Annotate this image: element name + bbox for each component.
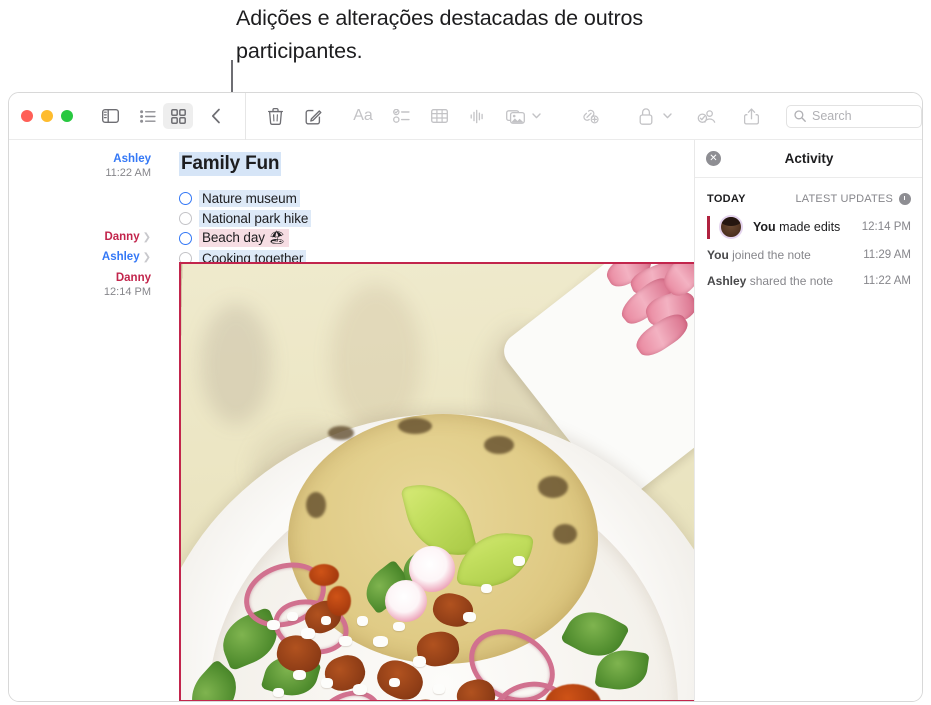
- activity-entry-text: Ashley shared the note: [707, 274, 833, 288]
- screenshot-root: Adições e alterações destacadas de outro…: [0, 0, 931, 705]
- activity-entry-actor: You: [707, 248, 729, 262]
- gallery-view-icon[interactable]: [163, 103, 193, 129]
- share-icon[interactable]: [736, 103, 766, 129]
- activity-title: Activity: [695, 151, 923, 166]
- trash-icon[interactable]: [260, 103, 290, 129]
- pickled-onion-garnish: [584, 264, 694, 384]
- salsa-drizzle: [327, 586, 351, 616]
- list-view-icon[interactable]: [133, 103, 163, 129]
- clock-icon[interactable]: [899, 193, 911, 205]
- gutter-author: Ashley: [102, 251, 140, 263]
- annotation-text: Adições e alterações destacadas de outro…: [236, 2, 756, 68]
- gutter-author: Danny: [116, 272, 151, 284]
- window-body: Ashley 11:22 AM Danny❯ Ashley❯ Danny 12:…: [9, 140, 922, 702]
- activity-entry-actor: Ashley: [707, 274, 746, 288]
- activity-entry-action: joined the note: [729, 248, 811, 262]
- gutter-time: 11:22 AM: [105, 166, 151, 180]
- activity-entry-time: 11:22 AM: [863, 275, 911, 287]
- lock-chevron-down-icon[interactable]: [663, 113, 672, 119]
- gutter-item[interactable]: Ashley❯: [102, 250, 151, 265]
- activity-entry[interactable]: You joined the note 11:29 AM: [695, 245, 923, 265]
- checklist-label: Beach day 🏖: [199, 229, 289, 247]
- checklist-label: National park hike: [199, 210, 311, 227]
- activity-sort-label[interactable]: LATEST UPDATES: [795, 193, 893, 205]
- note-title[interactable]: Family Fun: [179, 152, 281, 176]
- gutter-item[interactable]: Danny ❯: [104, 230, 151, 245]
- activity-header: ✕ Activity: [695, 140, 923, 178]
- activity-entry-actor: You: [753, 220, 776, 234]
- activity-unread-bar: [707, 216, 710, 239]
- toolbar-separator: [245, 93, 246, 140]
- checkbox-circle-icon[interactable]: [179, 192, 192, 205]
- back-chevron-icon[interactable]: [201, 103, 231, 129]
- gutter-time: 12:14 PM: [104, 285, 151, 299]
- radish-slice: [385, 580, 427, 622]
- activity-entry-action: shared the note: [746, 274, 833, 288]
- activity-subheader: TODAY LATEST UPDATES: [695, 182, 923, 205]
- activity-entry-time: 12:14 PM: [862, 221, 911, 233]
- checklist-row[interactable]: National park hike: [179, 208, 694, 228]
- activity-entry[interactable]: Ashley shared the note 11:22 AM: [695, 271, 923, 291]
- search-icon: [794, 110, 806, 122]
- minimize-window-button[interactable]: [41, 110, 53, 122]
- salsa-drizzle: [309, 564, 339, 586]
- search-input[interactable]: Search: [786, 105, 922, 128]
- gutter-item[interactable]: Danny 12:14 PM: [104, 271, 151, 299]
- close-window-button[interactable]: [21, 110, 33, 122]
- media-icon[interactable]: [500, 103, 530, 129]
- activity-entry-action: made edits: [776, 220, 841, 234]
- gutter-author: Ashley: [113, 153, 151, 165]
- checklist-row[interactable]: Beach day 🏖: [179, 228, 694, 248]
- audio-waveform-icon[interactable]: [462, 103, 492, 129]
- activity-entry-text: You joined the note: [707, 248, 811, 262]
- media-chevron-down-icon[interactable]: [532, 113, 541, 119]
- table-icon[interactable]: [424, 103, 454, 129]
- checklist-icon[interactable]: [386, 103, 416, 129]
- checkbox-circle-icon[interactable]: [179, 232, 192, 245]
- notes-window: Aa: [8, 92, 923, 702]
- activity-panel: ✕ Activity TODAY LATEST UPDATES You made…: [694, 140, 923, 702]
- taco-photo: [181, 264, 694, 700]
- close-icon[interactable]: ✕: [706, 151, 721, 166]
- gutter-author: Danny: [104, 231, 139, 243]
- maximize-window-button[interactable]: [61, 110, 73, 122]
- avatar: [719, 215, 743, 239]
- gutter-item[interactable]: Ashley 11:22 AM: [105, 152, 151, 180]
- window-controls: [21, 110, 73, 122]
- chevron-right-icon[interactable]: ❯: [143, 252, 151, 263]
- checklist-label: Nature museum: [199, 190, 300, 207]
- activity-entry-time: 11:29 AM: [863, 249, 911, 261]
- chevron-right-icon[interactable]: ❯: [143, 232, 151, 243]
- link-icon[interactable]: [575, 103, 605, 129]
- activity-highlighted-entry[interactable]: You made edits 12:14 PM: [695, 205, 923, 239]
- collaborate-icon[interactable]: [692, 103, 722, 129]
- sidebar-toggle-icon[interactable]: [95, 103, 125, 129]
- checkbox-circle-icon[interactable]: [179, 212, 192, 225]
- activity-section-label: TODAY: [707, 193, 746, 205]
- toolbar: Aa: [9, 93, 922, 140]
- search-placeholder: Search: [812, 109, 852, 123]
- lock-icon[interactable]: [631, 103, 661, 129]
- compose-icon[interactable]: [298, 103, 328, 129]
- format-icon[interactable]: Aa: [348, 103, 378, 129]
- checklist-row[interactable]: Nature museum: [179, 188, 694, 208]
- activity-entry-text: You made edits: [753, 220, 840, 234]
- note-photo-attachment[interactable]: [179, 262, 694, 702]
- note-pane: Ashley 11:22 AM Danny❯ Ashley❯ Danny 12:…: [9, 140, 694, 702]
- format-label: Aa: [353, 107, 373, 125]
